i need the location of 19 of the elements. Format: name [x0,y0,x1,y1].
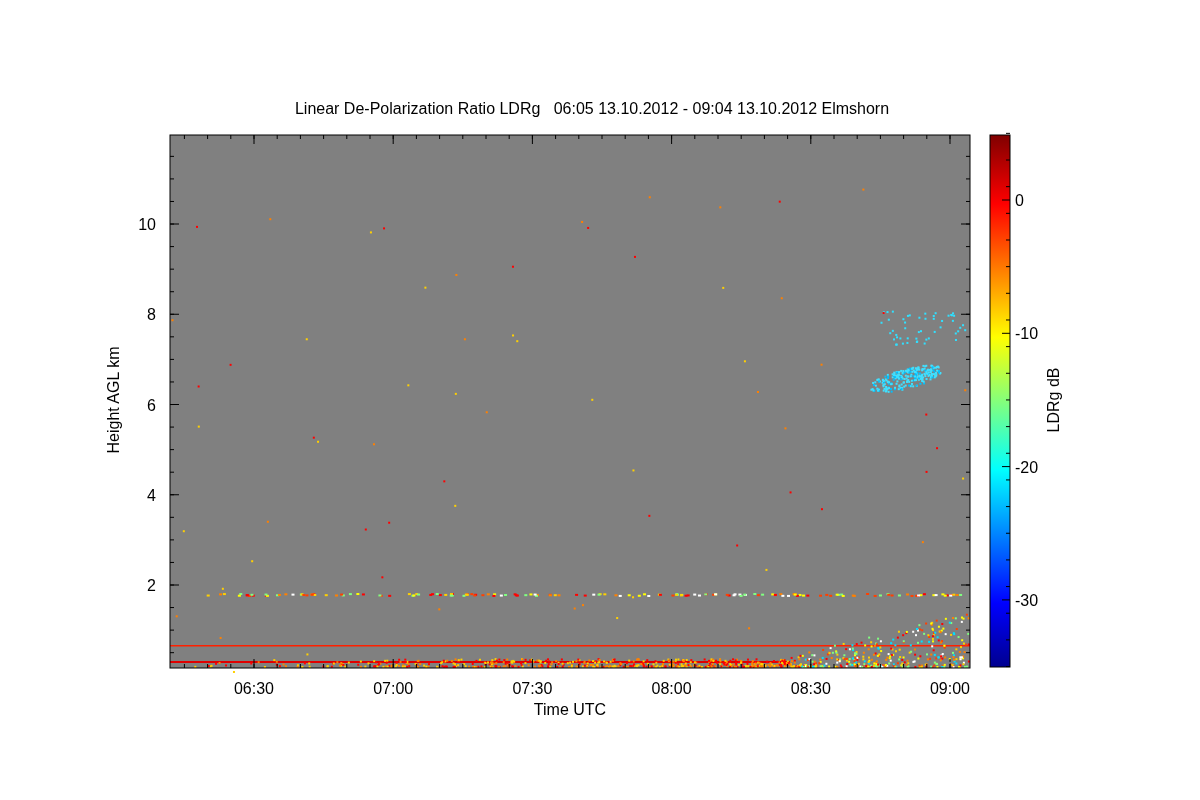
tick-label: 07:30 [512,680,553,697]
tick-label: 07:00 [373,680,414,697]
tick-label: 09:00 [930,680,970,697]
axis-title: Height AGL km [105,346,122,454]
colorbar-tick-label: -20 [1015,458,1039,476]
colorbar-title: LDRg dB [1045,367,1062,433]
axis-title: Time UTC [533,701,607,718]
tick-label: 08:00 [651,680,692,697]
colorbar-tick-label: -10 [1015,325,1039,343]
tick-label: 4 [147,486,156,504]
colorbar-tick-label: 0 [1015,192,1024,209]
tick-label: 2 [147,577,156,594]
tick-label: 6 [147,396,156,414]
tick-label: 10 [138,216,156,233]
tick-label: 06:30 [234,680,274,697]
colorbar-tick-label: -30 [1015,591,1039,609]
chart-title: Linear De-Polarization Ratio LDRg 06:05 13.10.2012 - 09:04 13.10.2012 Elmshorn [294,100,890,117]
tick-label: 8 [147,306,156,324]
tick-label: 08:30 [790,680,831,697]
